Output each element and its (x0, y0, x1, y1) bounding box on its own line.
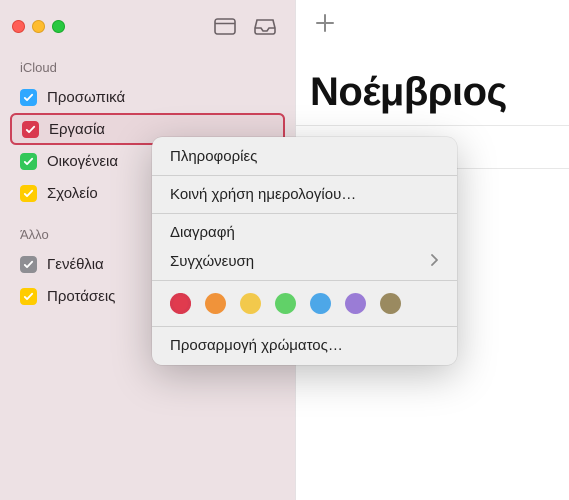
calendar-item[interactable]: Προσωπικά (10, 81, 285, 113)
chevron-right-icon (431, 253, 439, 270)
menu-item-label: Συγχώνευση (170, 253, 254, 270)
color-swatch-yellow[interactable] (240, 293, 261, 314)
menu-item-merge[interactable]: Συγχώνευση (152, 247, 457, 276)
calendar-label: Προτάσεις (47, 288, 115, 305)
calendar-checkbox[interactable] (22, 121, 39, 138)
calendar-checkbox[interactable] (20, 153, 37, 170)
calendar-view-icon[interactable] (207, 12, 243, 40)
main-toolbar (296, 0, 569, 52)
calendar-label: Σχολείο (47, 185, 98, 202)
menu-item-delete[interactable]: Διαγραφή (152, 218, 457, 247)
color-picker-row (152, 285, 457, 322)
menu-divider (152, 213, 457, 214)
color-swatch-red[interactable] (170, 293, 191, 314)
calendar-checkbox[interactable] (20, 89, 37, 106)
titlebar (0, 0, 295, 52)
sidebar-section-header: iCloud (0, 52, 295, 81)
menu-item-info[interactable]: Πληροφορίες (152, 142, 457, 171)
calendar-label: Προσωπικά (47, 89, 125, 106)
add-event-button[interactable] (314, 12, 336, 41)
menu-item-share[interactable]: Κοινή χρήση ημερολογίου… (152, 180, 457, 209)
menu-item-custom-color[interactable]: Προσαρμογή χρώματος… (152, 331, 457, 360)
menu-item-label: Προσαρμογή χρώματος… (170, 337, 343, 354)
color-swatch-brown[interactable] (380, 293, 401, 314)
calendar-checkbox[interactable] (20, 288, 37, 305)
calendar-checkbox[interactable] (20, 185, 37, 202)
window-zoom-button[interactable] (52, 20, 65, 33)
menu-divider (152, 175, 457, 176)
color-swatch-purple[interactable] (345, 293, 366, 314)
menu-item-label: Διαγραφή (170, 224, 235, 241)
calendar-checkbox[interactable] (20, 256, 37, 273)
calendar-context-menu: Πληροφορίες Κοινή χρήση ημερολογίου… Δια… (152, 137, 457, 365)
menu-divider (152, 326, 457, 327)
calendar-label: Οικογένεια (47, 153, 118, 170)
window-close-button[interactable] (12, 20, 25, 33)
color-swatch-blue[interactable] (310, 293, 331, 314)
menu-item-label: Πληροφορίες (170, 148, 257, 165)
menu-divider (152, 280, 457, 281)
color-swatch-green[interactable] (275, 293, 296, 314)
color-swatch-orange[interactable] (205, 293, 226, 314)
month-title: Νοέμβριος (296, 52, 569, 125)
calendar-label: Εργασία (49, 121, 105, 138)
menu-item-label: Κοινή χρήση ημερολογίου… (170, 186, 356, 203)
inbox-icon[interactable] (247, 12, 283, 40)
calendar-label: Γενέθλια (47, 256, 104, 273)
window-minimize-button[interactable] (32, 20, 45, 33)
